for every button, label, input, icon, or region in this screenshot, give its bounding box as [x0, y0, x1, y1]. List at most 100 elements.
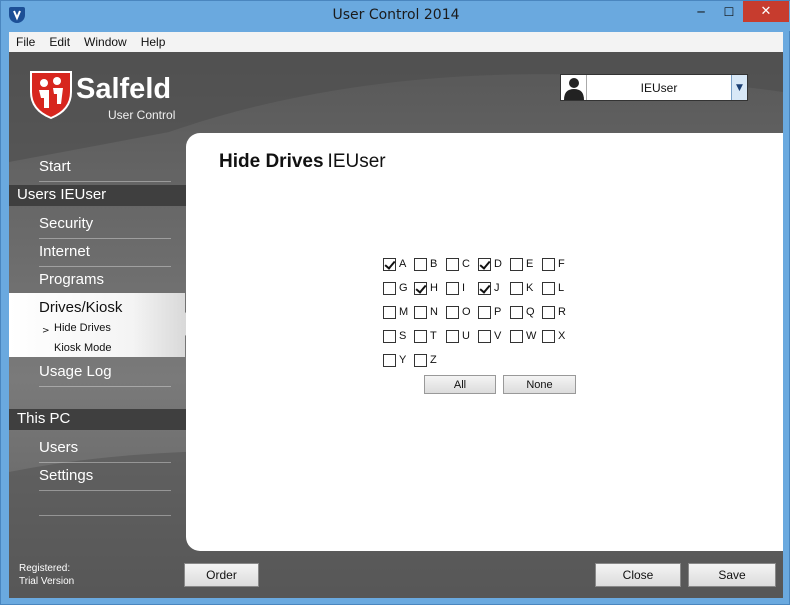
- drive-checkbox-item[interactable]: Z: [414, 352, 437, 368]
- drive-checkbox[interactable]: [414, 353, 427, 367]
- drive-checkbox-item[interactable]: H: [414, 280, 438, 296]
- drive-checkbox-item[interactable]: C: [446, 256, 470, 272]
- drive-checkbox-item[interactable]: S: [383, 328, 406, 344]
- drive-letter-label: U: [462, 330, 470, 342]
- drive-checkbox-item[interactable]: T: [414, 328, 437, 344]
- drive-checkbox-item[interactable]: X: [542, 328, 565, 344]
- close-button[interactable]: Close: [595, 563, 681, 587]
- nav-internet[interactable]: Internet: [39, 243, 171, 267]
- drive-checkbox-item[interactable]: Y: [383, 352, 406, 368]
- app-window: User Control 2014 ─ ☐ ✕ File Edit Window…: [0, 0, 790, 605]
- menu-file[interactable]: File: [9, 35, 42, 49]
- drive-checkbox[interactable]: [446, 257, 459, 271]
- drive-checkbox[interactable]: [542, 305, 555, 319]
- drive-checkbox[interactable]: [478, 281, 491, 295]
- close-window-button[interactable]: ✕: [743, 1, 789, 22]
- drive-checkbox-item[interactable]: L: [542, 280, 564, 296]
- user-dropdown[interactable]: IEUser ▼: [560, 74, 748, 101]
- menu-window[interactable]: Window: [77, 35, 134, 49]
- drive-checkbox-item[interactable]: D: [478, 256, 502, 272]
- drive-checkbox[interactable]: [446, 329, 459, 343]
- select-all-button[interactable]: All: [424, 375, 496, 394]
- current-item-marker: >: [42, 326, 50, 336]
- drive-checkbox[interactable]: [478, 257, 491, 271]
- drive-checkbox-item[interactable]: N: [414, 304, 438, 320]
- drive-checkbox[interactable]: [542, 329, 555, 343]
- drive-checkbox-item[interactable]: B: [414, 256, 437, 272]
- window-title: User Control 2014: [332, 7, 460, 23]
- drive-checkbox-item[interactable]: F: [542, 256, 565, 272]
- nav-drives-kiosk-group: Drives/Kiosk > Hide Drives Kiosk Mode: [9, 293, 185, 357]
- drive-checkbox-item[interactable]: A: [383, 256, 406, 272]
- drive-letter-label: I: [462, 282, 466, 294]
- user-dropdown-value: IEUser: [640, 80, 678, 95]
- drive-checkbox-item[interactable]: Q: [510, 304, 535, 320]
- nav-hide-drives[interactable]: Hide Drives: [54, 322, 111, 334]
- drive-checkbox[interactable]: [510, 257, 523, 271]
- drive-checkbox-item[interactable]: M: [383, 304, 408, 320]
- drive-letter-label: X: [558, 330, 566, 342]
- salfeld-logo: Salfeld User Control: [27, 66, 187, 126]
- nav-usage-log[interactable]: Usage Log: [39, 363, 171, 387]
- drive-checkbox-item[interactable]: P: [478, 304, 501, 320]
- select-none-button[interactable]: None: [503, 375, 576, 394]
- nav-programs[interactable]: Programs: [39, 271, 171, 295]
- drive-checkbox[interactable]: [542, 257, 555, 271]
- drive-checkbox[interactable]: [414, 257, 427, 271]
- drive-checkbox[interactable]: [478, 329, 491, 343]
- drive-checkbox[interactable]: [446, 281, 459, 295]
- drive-letter-label: G: [399, 282, 408, 294]
- drive-checkbox[interactable]: [414, 281, 427, 295]
- drive-checkbox[interactable]: [510, 305, 523, 319]
- drive-letter-label: T: [430, 330, 437, 342]
- drive-checkbox-item[interactable]: E: [510, 256, 533, 272]
- nav-users[interactable]: Users: [39, 439, 171, 463]
- menu-edit[interactable]: Edit: [42, 35, 77, 49]
- drive-letter-label: E: [526, 258, 534, 270]
- nav-drives-kiosk[interactable]: Drives/Kiosk: [39, 299, 122, 316]
- drive-checkbox[interactable]: [383, 257, 396, 271]
- nav-settings[interactable]: Settings: [39, 467, 171, 491]
- minimize-button[interactable]: ─: [687, 1, 715, 22]
- drive-checkbox-item[interactable]: W: [510, 328, 536, 344]
- drive-checkbox-item[interactable]: K: [510, 280, 533, 296]
- drive-letter-label: S: [399, 330, 407, 342]
- drive-letter-label: K: [526, 282, 534, 294]
- drive-checkbox[interactable]: [383, 305, 396, 319]
- drive-checkbox[interactable]: [542, 281, 555, 295]
- logo-brand: Salfeld: [76, 73, 172, 105]
- drive-letter-label: C: [462, 258, 470, 270]
- drive-letter-label: L: [558, 282, 565, 294]
- drive-checkbox[interactable]: [414, 329, 427, 343]
- registration-label: Registered:: [19, 563, 71, 574]
- drive-checkbox-item[interactable]: J: [478, 280, 500, 296]
- drive-checkbox-item[interactable]: I: [446, 280, 465, 296]
- menu-help[interactable]: Help: [134, 35, 173, 49]
- drive-checkbox[interactable]: [383, 281, 396, 295]
- chevron-down-icon[interactable]: ▼: [731, 75, 747, 100]
- drive-checkbox-item[interactable]: G: [383, 280, 408, 296]
- drive-checkbox[interactable]: [383, 329, 396, 343]
- title-bar[interactable]: User Control 2014 ─ ☐ ✕: [1, 1, 790, 31]
- drive-checkbox-item[interactable]: V: [478, 328, 501, 344]
- page-title-main: Hide Drives: [219, 151, 324, 172]
- drive-checkbox[interactable]: [510, 281, 523, 295]
- drive-checkbox[interactable]: [446, 305, 459, 319]
- logo-shield-icon: [30, 71, 72, 120]
- section-this-pc-header: This PC: [9, 409, 187, 430]
- nav-kiosk-mode[interactable]: Kiosk Mode: [54, 342, 111, 354]
- order-button[interactable]: Order: [184, 563, 259, 587]
- drive-letter-label: P: [494, 306, 502, 318]
- nav-security[interactable]: Security: [39, 215, 171, 239]
- drive-letter-label: N: [430, 306, 438, 318]
- drive-checkbox-item[interactable]: O: [446, 304, 471, 320]
- drive-checkbox-item[interactable]: R: [542, 304, 566, 320]
- drive-checkbox-item[interactable]: U: [446, 328, 470, 344]
- drive-checkbox[interactable]: [414, 305, 427, 319]
- maximize-button[interactable]: ☐: [715, 1, 743, 22]
- save-button[interactable]: Save: [688, 563, 776, 587]
- drive-checkbox[interactable]: [478, 305, 491, 319]
- drive-checkbox[interactable]: [510, 329, 523, 343]
- drive-checkbox[interactable]: [383, 353, 396, 367]
- nav-start[interactable]: Start: [39, 158, 171, 182]
